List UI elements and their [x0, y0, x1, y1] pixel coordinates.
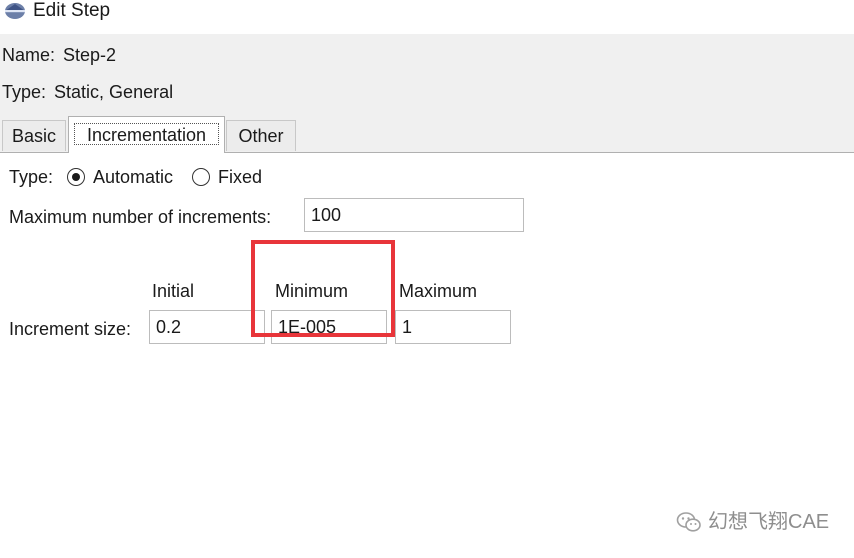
inc-type-label: Type:	[9, 167, 54, 187]
step-name-row: Name: Step-2	[2, 44, 116, 66]
tab-strip: Basic Incrementation Other	[0, 116, 854, 153]
radio-fixed-label[interactable]: Fixed	[218, 166, 262, 188]
step-type-value: Static, General	[54, 82, 174, 102]
tab-other-label: Other	[238, 126, 284, 146]
tab-basic[interactable]: Basic	[2, 120, 66, 151]
column-header-minimum: Minimum	[275, 281, 349, 301]
tab-focus-outline: Incrementation	[74, 123, 219, 145]
window-title: Edit Step	[33, 0, 111, 21]
column-header-initial: Initial	[152, 281, 195, 301]
step-type-row: Type: Static, General	[2, 81, 173, 103]
step-name-value: Step-2	[63, 45, 117, 65]
edit-step-dialog: Name: Step-2 Type: Static, General Basic I…	[0, 34, 854, 558]
incrementation-panel: Type: Automatic Fixed Maximum number of …	[0, 153, 854, 558]
wechat-icon	[676, 512, 701, 532]
increment-maximum-input[interactable]	[395, 310, 511, 344]
increment-minimum-input[interactable]	[271, 310, 387, 344]
radio-automatic[interactable]	[67, 168, 85, 186]
column-header-maximum: Maximum	[399, 281, 478, 301]
tab-other[interactable]: Other	[226, 120, 296, 151]
step-diamond-icon	[5, 3, 25, 19]
radio-selected-dot	[71, 172, 80, 181]
radio-fixed[interactable]	[192, 168, 210, 186]
tab-basic-label: Basic	[11, 126, 56, 146]
tab-incrementation-label: Incrementation	[86, 125, 207, 145]
radio-automatic-label[interactable]: Automatic	[93, 166, 173, 188]
step-name-label: Name:	[2, 45, 56, 65]
max-increments-label: Maximum number of increments:	[9, 207, 272, 227]
max-increments-input[interactable]	[304, 198, 524, 232]
watermark-text: 幻想飞翔CAE	[708, 511, 830, 533]
increment-initial-input[interactable]	[149, 310, 265, 344]
tab-incrementation[interactable]: Incrementation	[68, 116, 225, 153]
title-bar: Edit Step	[0, 0, 854, 28]
increment-size-label: Increment size:	[9, 319, 132, 339]
step-type-label: Type:	[2, 82, 47, 102]
